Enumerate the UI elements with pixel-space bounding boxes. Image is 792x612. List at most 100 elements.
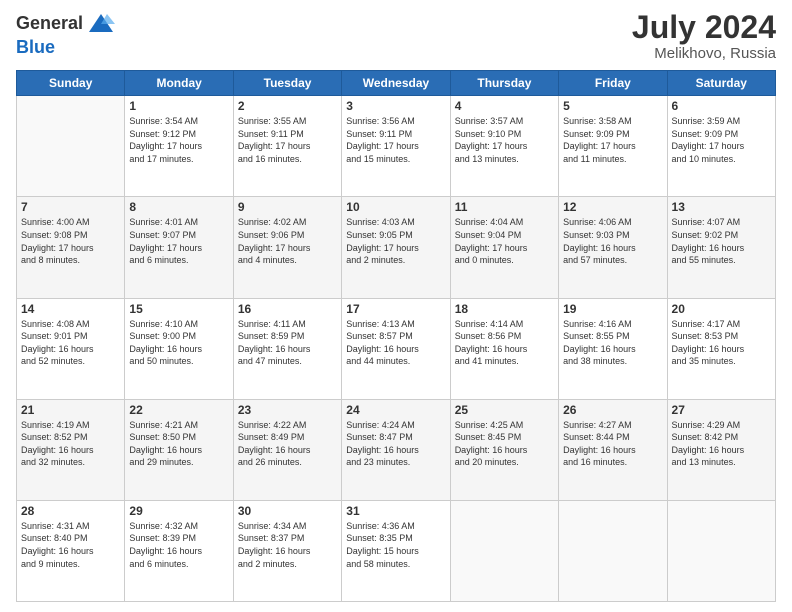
logo-blue-text: Blue — [16, 37, 55, 57]
calendar-cell: 3 Sunrise: 3:56 AM Sunset: 9:11 PM Daylig… — [342, 96, 450, 197]
calendar-cell: 29 Sunrise: 4:32 AM Sunset: 8:39 PM Dayli… — [125, 500, 233, 601]
day-info: Sunrise: 4:01 AM Sunset: 9:07 PM Dayligh… — [129, 216, 228, 266]
day-info: Sunrise: 4:03 AM Sunset: 9:05 PM Dayligh… — [346, 216, 445, 266]
calendar-cell: 18 Sunrise: 4:14 AM Sunset: 8:56 PM Dayli… — [450, 298, 558, 399]
day-number: 23 — [238, 403, 337, 417]
day-number: 6 — [672, 99, 771, 113]
calendar-cell: 21Sunrise: 4:19 AM Sunset: 8:52 PM Dayli… — [17, 399, 125, 500]
calendar-cell: 6 Sunrise: 3:59 AM Sunset: 9:09 PM Daylig… — [667, 96, 775, 197]
day-number: 26 — [563, 403, 662, 417]
calendar-cell: 22 Sunrise: 4:21 AM Sunset: 8:50 PM Dayli… — [125, 399, 233, 500]
calendar-cell: 28Sunrise: 4:31 AM Sunset: 8:40 PM Dayli… — [17, 500, 125, 601]
day-number: 31 — [346, 504, 445, 518]
day-info: Sunrise: 4:36 AM Sunset: 8:35 PM Dayligh… — [346, 520, 445, 570]
calendar-cell — [559, 500, 667, 601]
day-number: 22 — [129, 403, 228, 417]
calendar-cell: 26 Sunrise: 4:27 AM Sunset: 8:44 PM Dayli… — [559, 399, 667, 500]
day-header-sunday: Sunday — [17, 71, 125, 96]
day-info: Sunrise: 3:56 AM Sunset: 9:11 PM Dayligh… — [346, 115, 445, 165]
day-number: 30 — [238, 504, 337, 518]
calendar-cell: 31 Sunrise: 4:36 AM Sunset: 8:35 PM Dayli… — [342, 500, 450, 601]
day-info: Sunrise: 4:04 AM Sunset: 9:04 PM Dayligh… — [455, 216, 554, 266]
day-info: Sunrise: 4:19 AM Sunset: 8:52 PM Dayligh… — [21, 419, 120, 469]
day-number: 13 — [672, 200, 771, 214]
logo-general-text: General — [16, 14, 83, 34]
calendar-week-row: 14 Sunrise: 4:08 AM Sunset: 9:01 PM Dayli… — [17, 298, 776, 399]
calendar-cell: 10 Sunrise: 4:03 AM Sunset: 9:05 PM Dayli… — [342, 197, 450, 298]
day-header-monday: Monday — [125, 71, 233, 96]
calendar-cell: 19 Sunrise: 4:16 AM Sunset: 8:55 PM Dayli… — [559, 298, 667, 399]
day-number: 5 — [563, 99, 662, 113]
day-header-tuesday: Tuesday — [233, 71, 341, 96]
calendar-cell — [17, 96, 125, 197]
day-number: 27 — [672, 403, 771, 417]
calendar-cell: 9 Sunrise: 4:02 AM Sunset: 9:06 PM Daylig… — [233, 197, 341, 298]
day-info: Sunrise: 3:54 AM Sunset: 9:12 PM Dayligh… — [129, 115, 228, 165]
day-info: Sunrise: 4:32 AM Sunset: 8:39 PM Dayligh… — [129, 520, 228, 570]
calendar-table: SundayMondayTuesdayWednesdayThursdayFrid… — [16, 70, 776, 602]
logo: General Blue — [16, 10, 115, 58]
day-info: Sunrise: 4:27 AM Sunset: 8:44 PM Dayligh… — [563, 419, 662, 469]
day-info: Sunrise: 4:17 AM Sunset: 8:53 PM Dayligh… — [672, 318, 771, 368]
calendar-cell: 1Sunrise: 3:54 AM Sunset: 9:12 PM Daylig… — [125, 96, 233, 197]
day-number: 19 — [563, 302, 662, 316]
calendar-cell — [450, 500, 558, 601]
day-info: Sunrise: 3:58 AM Sunset: 9:09 PM Dayligh… — [563, 115, 662, 165]
logo-icon — [87, 10, 115, 38]
calendar-cell: 23 Sunrise: 4:22 AM Sunset: 8:49 PM Dayli… — [233, 399, 341, 500]
day-info: Sunrise: 3:57 AM Sunset: 9:10 PM Dayligh… — [455, 115, 554, 165]
calendar-cell: 5 Sunrise: 3:58 AM Sunset: 9:09 PM Daylig… — [559, 96, 667, 197]
day-number: 15 — [129, 302, 228, 316]
day-number: 11 — [455, 200, 554, 214]
day-info: Sunrise: 4:02 AM Sunset: 9:06 PM Dayligh… — [238, 216, 337, 266]
calendar-week-row: 28Sunrise: 4:31 AM Sunset: 8:40 PM Dayli… — [17, 500, 776, 601]
calendar-cell: 25Sunrise: 4:25 AM Sunset: 8:45 PM Dayli… — [450, 399, 558, 500]
calendar-cell — [667, 500, 775, 601]
month-year: July 2024 — [632, 10, 776, 45]
day-info: Sunrise: 4:11 AM Sunset: 8:59 PM Dayligh… — [238, 318, 337, 368]
day-header-friday: Friday — [559, 71, 667, 96]
calendar-cell: 24 Sunrise: 4:24 AM Sunset: 8:47 PM Dayli… — [342, 399, 450, 500]
title-block: July 2024 Melikhovo, Russia — [632, 10, 776, 62]
day-number: 10 — [346, 200, 445, 214]
day-number: 29 — [129, 504, 228, 518]
day-info: Sunrise: 4:10 AM Sunset: 9:00 PM Dayligh… — [129, 318, 228, 368]
day-number: 16 — [238, 302, 337, 316]
calendar-cell: 7 Sunrise: 4:00 AM Sunset: 9:08 PM Daylig… — [17, 197, 125, 298]
calendar-cell: 11 Sunrise: 4:04 AM Sunset: 9:04 PM Dayli… — [450, 197, 558, 298]
calendar-cell: 2Sunrise: 3:55 AM Sunset: 9:11 PM Daylig… — [233, 96, 341, 197]
calendar-header-row: SundayMondayTuesdayWednesdayThursdayFrid… — [17, 71, 776, 96]
calendar-cell: 20 Sunrise: 4:17 AM Sunset: 8:53 PM Dayli… — [667, 298, 775, 399]
day-info: Sunrise: 4:08 AM Sunset: 9:01 PM Dayligh… — [21, 318, 120, 368]
calendar-cell: 17Sunrise: 4:13 AM Sunset: 8:57 PM Dayli… — [342, 298, 450, 399]
header: General Blue July 2024 Melikhovo, Russia — [16, 10, 776, 62]
day-number: 24 — [346, 403, 445, 417]
day-info: Sunrise: 4:06 AM Sunset: 9:03 PM Dayligh… — [563, 216, 662, 266]
day-info: Sunrise: 4:14 AM Sunset: 8:56 PM Dayligh… — [455, 318, 554, 368]
calendar-cell: 12Sunrise: 4:06 AM Sunset: 9:03 PM Dayli… — [559, 197, 667, 298]
day-info: Sunrise: 4:16 AM Sunset: 8:55 PM Dayligh… — [563, 318, 662, 368]
day-info: Sunrise: 3:55 AM Sunset: 9:11 PM Dayligh… — [238, 115, 337, 165]
calendar-cell: 16 Sunrise: 4:11 AM Sunset: 8:59 PM Dayli… — [233, 298, 341, 399]
day-info: Sunrise: 3:59 AM Sunset: 9:09 PM Dayligh… — [672, 115, 771, 165]
day-number: 25 — [455, 403, 554, 417]
day-info: Sunrise: 4:22 AM Sunset: 8:49 PM Dayligh… — [238, 419, 337, 469]
day-number: 14 — [21, 302, 120, 316]
calendar-cell: 15 Sunrise: 4:10 AM Sunset: 9:00 PM Dayli… — [125, 298, 233, 399]
calendar-cell: 30Sunrise: 4:34 AM Sunset: 8:37 PM Dayli… — [233, 500, 341, 601]
day-info: Sunrise: 4:07 AM Sunset: 9:02 PM Dayligh… — [672, 216, 771, 266]
day-header-thursday: Thursday — [450, 71, 558, 96]
day-number: 20 — [672, 302, 771, 316]
day-info: Sunrise: 4:24 AM Sunset: 8:47 PM Dayligh… — [346, 419, 445, 469]
calendar-cell: 8Sunrise: 4:01 AM Sunset: 9:07 PM Daylig… — [125, 197, 233, 298]
day-header-wednesday: Wednesday — [342, 71, 450, 96]
day-number: 3 — [346, 99, 445, 113]
calendar-week-row: 1Sunrise: 3:54 AM Sunset: 9:12 PM Daylig… — [17, 96, 776, 197]
day-info: Sunrise: 4:13 AM Sunset: 8:57 PM Dayligh… — [346, 318, 445, 368]
day-info: Sunrise: 4:00 AM Sunset: 9:08 PM Dayligh… — [21, 216, 120, 266]
day-number: 9 — [238, 200, 337, 214]
day-number: 18 — [455, 302, 554, 316]
day-info: Sunrise: 4:21 AM Sunset: 8:50 PM Dayligh… — [129, 419, 228, 469]
day-info: Sunrise: 4:31 AM Sunset: 8:40 PM Dayligh… — [21, 520, 120, 570]
day-number: 7 — [21, 200, 120, 214]
